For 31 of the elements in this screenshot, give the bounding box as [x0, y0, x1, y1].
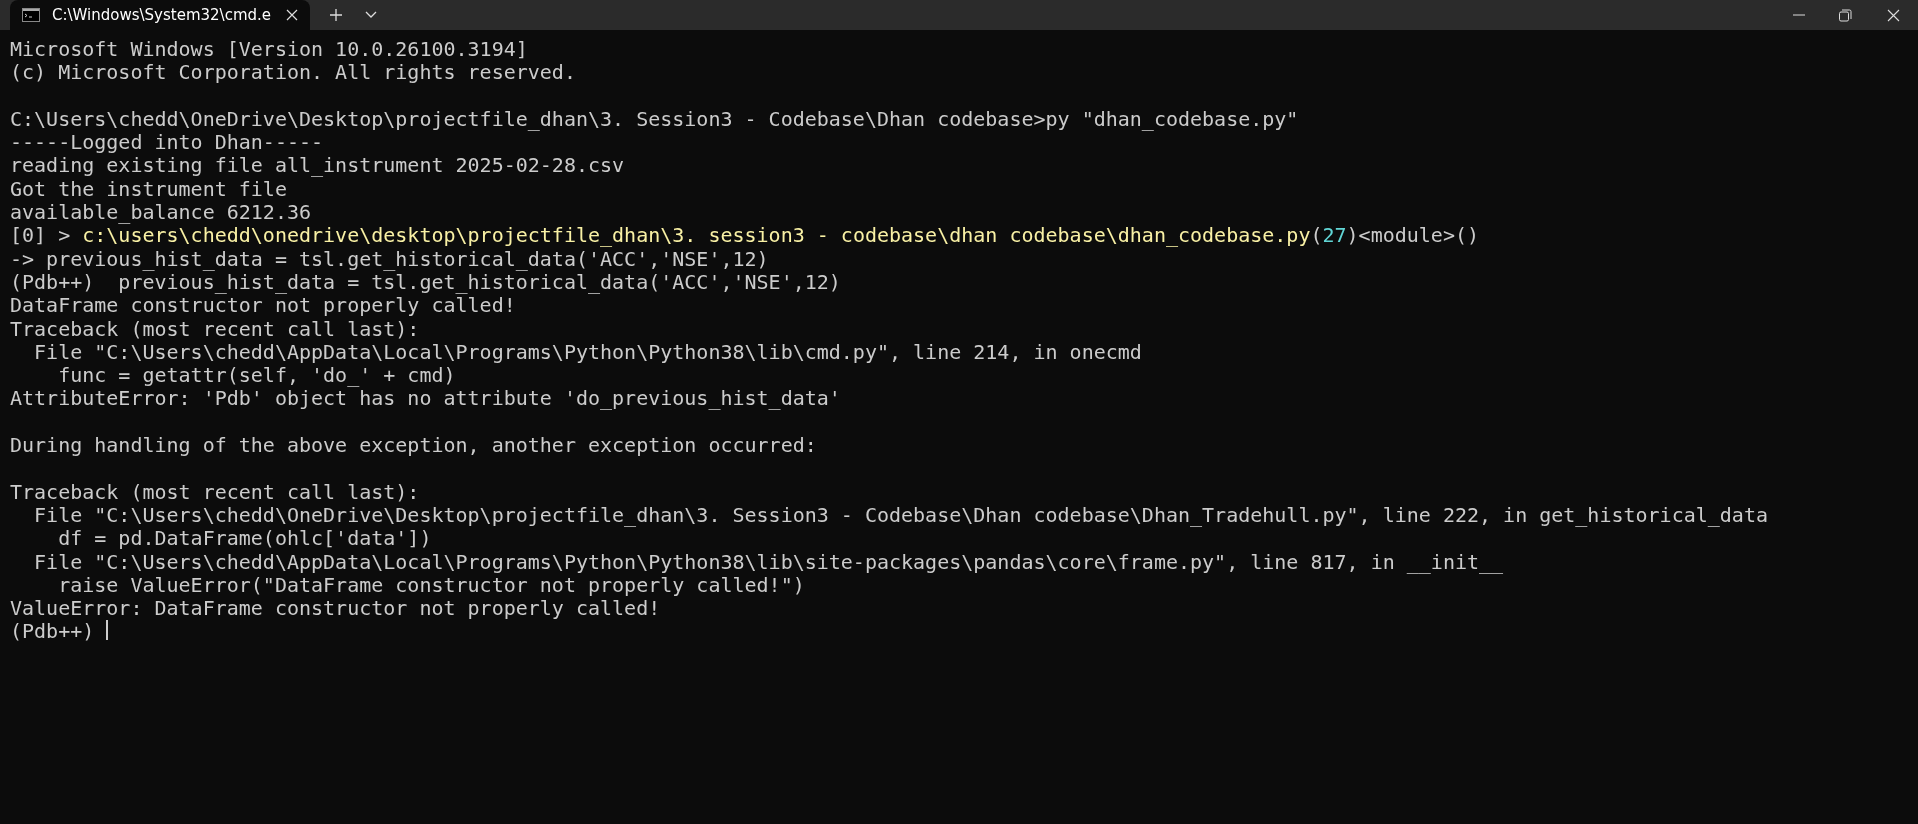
console-text: ValueError: DataFrame constructor not properly called!	[10, 597, 661, 621]
console-text: reading existing file all_instrument 2025-02-28.csv	[10, 154, 625, 178]
console-text: Traceback (most recent call last):	[10, 317, 420, 341]
console-text: -> previous_hist_data = tsl.get_historical_data('ACC','NSE',12)	[10, 247, 769, 271]
console-text: raise ValueError("DataFrame constructor not properly called!")	[57, 573, 805, 598]
file-path-text: c:\users\chedd\onedrive\desktop\projectfile_dhan\3. session3 - codebase\dhan codebase\dhan_codebase.py	[82, 224, 1311, 248]
console-text: C:\Users\chedd\OneDrive\Desktop\projectfile_dhan\3. Session3 - Codebase\Dhan codebase>py "dhan_codebase.py"	[10, 107, 1299, 132]
close-tab-icon[interactable]	[286, 9, 298, 21]
console-text: (Pdb++)	[10, 620, 96, 644]
console-text: (c) Microsoft Corporation. All rights reserved.	[10, 61, 576, 85]
console-text: During handling of the above exception, another exception occurred:	[10, 434, 817, 458]
console-text: AttributeError: 'Pdb' object has no attribute 'do_previous_hist_data'	[10, 387, 841, 411]
console-text: (Pdb++) previous_hist_data = tsl.get_historical_data('ACC','NSE',12)	[10, 270, 841, 295]
console-text: File "C:\Users\chedd\AppData\Local\Programs\Python\Python38\lib\site-packages\pandas\core\frame.py", line 817, in __init__	[33, 550, 1504, 574]
console-text: (	[1310, 224, 1323, 248]
terminal-tab[interactable]: C:\Windows\System32\cmd.e	[10, 0, 310, 30]
console-text: File "C:\Users\chedd\OneDrive\Desktop\projectfile_dhan\3. Session3 - Codebase\Dhan codebase\Dhan_Tradehull.py", line 222, in get_historical_data	[33, 503, 1768, 528]
console-text: Microsoft Windows [Version 10.0.26100.3194]	[10, 38, 528, 62]
console-text: available_balance 6212.36	[10, 201, 312, 225]
line-number-text: 27	[1322, 224, 1347, 248]
console-text: )<module>()	[1346, 224, 1480, 248]
console-text: Got the instrument file	[10, 177, 287, 202]
terminal-icon	[22, 8, 40, 22]
console-text: DataFrame constructor not properly called!	[10, 294, 516, 318]
tab-title: C:\Windows\System32\cmd.e	[52, 6, 273, 24]
console-text: [0] >	[10, 224, 71, 248]
console-text: func = getattr(self, 'do_' + cmd)	[57, 364, 456, 388]
console-text: -----Logged into Dhan-----	[10, 131, 324, 155]
console-text: File "C:\Users\chedd\AppData\Local\Programs\Python\Python38\lib\cmd.py", line 214, in onecmd	[33, 340, 1142, 365]
console-text: df = pd.DataFrame(ohlc['data'])	[57, 527, 432, 551]
console-text: Traceback (most recent call last):	[10, 480, 420, 504]
